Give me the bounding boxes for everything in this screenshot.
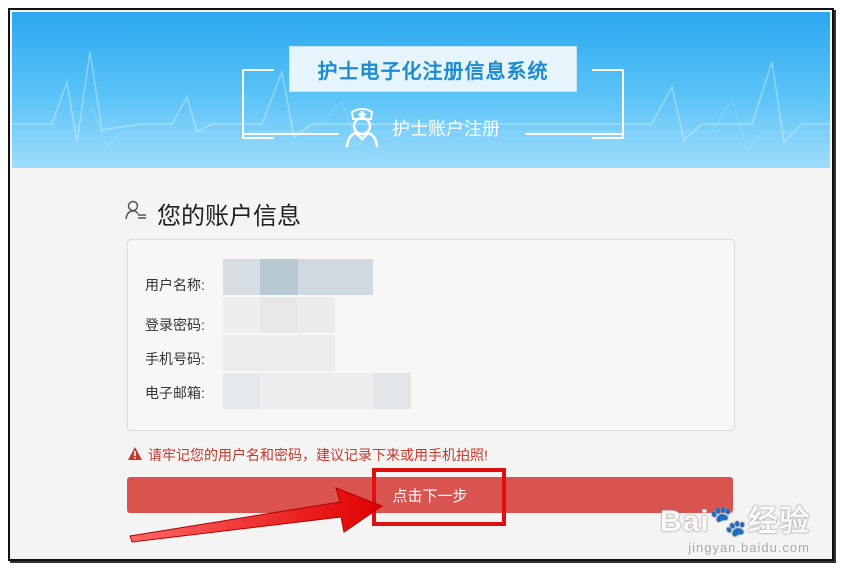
password-value-redacted bbox=[223, 297, 335, 333]
system-title: 护士电子化注册信息系统 bbox=[289, 46, 577, 92]
next-step-label: 点击下一步 bbox=[392, 487, 468, 505]
email-value-redacted bbox=[223, 373, 411, 409]
field-label-username: 用户名称: bbox=[145, 277, 205, 293]
watermark-brand: Bai bbox=[659, 505, 710, 538]
bracket-right bbox=[592, 69, 624, 139]
divider-right bbox=[525, 133, 622, 135]
nurse-icon bbox=[342, 104, 382, 153]
divider-left bbox=[244, 133, 339, 135]
subtitle-text: 护士账户注册 bbox=[392, 119, 500, 139]
bracket-left bbox=[242, 69, 274, 139]
warning-message: 请牢记您的用户名和密码，建议记录下来或用手机拍照! bbox=[127, 445, 488, 465]
field-label-phone: 手机号码: bbox=[145, 351, 205, 367]
section-title: 您的账户信息 bbox=[157, 203, 301, 230]
screenshot-frame: 护士电子化注册信息系统 护士账户注册 您的账户信息 用户名称: 登录密码: 手机… bbox=[8, 8, 834, 561]
paw-icon: 🐾 bbox=[709, 505, 748, 538]
user-icon bbox=[125, 199, 147, 228]
username-value-redacted bbox=[223, 259, 373, 295]
main-content: 您的账户信息 用户名称: 登录密码: 手机号码: 电子邮箱: 请牢记您的用户名和… bbox=[10, 168, 832, 559]
account-info-panel: 用户名称: 登录密码: 手机号码: 电子邮箱: bbox=[127, 239, 735, 431]
subtitle-row: 护士账户注册 bbox=[342, 107, 500, 148]
section-heading: 您的账户信息 bbox=[125, 196, 301, 231]
watermark: Bai🐾经验 jingyan.baidu.com bbox=[660, 496, 810, 555]
watermark-url: jingyan.baidu.com bbox=[688, 540, 810, 555]
field-label-email: 电子邮箱: bbox=[145, 385, 205, 401]
watermark-brand2: 经验 bbox=[748, 505, 810, 538]
next-step-button[interactable]: 点击下一步 bbox=[127, 477, 733, 513]
header-banner: 护士电子化注册信息系统 护士账户注册 bbox=[12, 12, 830, 168]
warning-triangle-icon bbox=[127, 446, 143, 464]
warning-text: 请牢记您的用户名和密码，建议记录下来或用手机拍照! bbox=[148, 447, 488, 463]
field-label-password: 登录密码: bbox=[145, 317, 205, 333]
phone-value-redacted bbox=[223, 335, 335, 371]
